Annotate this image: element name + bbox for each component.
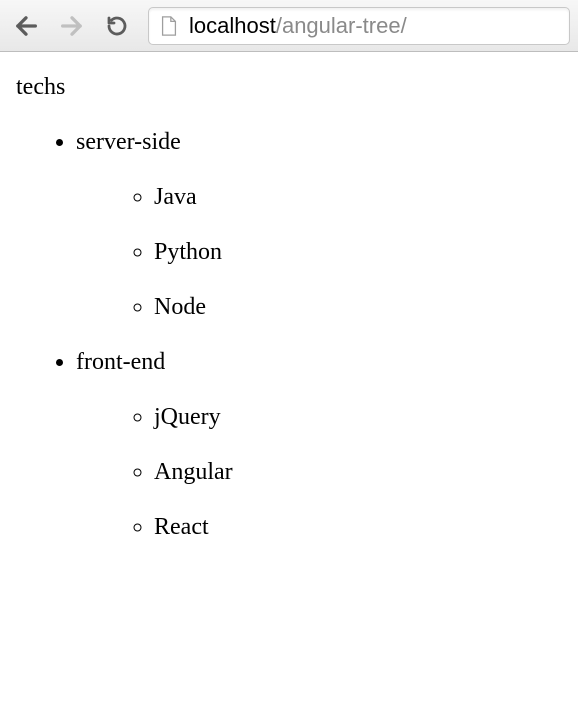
tree-leaf: Java [154, 184, 562, 211]
address-bar[interactable]: localhost/angular-tree/ [148, 7, 570, 45]
address-text: localhost/angular-tree/ [189, 13, 407, 39]
tree-leaf: Angular [154, 459, 562, 486]
page-content: techs server-side Java Python Node front… [0, 52, 578, 591]
url-path: /angular-tree/ [276, 13, 407, 38]
tree-leaf: React [154, 514, 562, 541]
tree-leaf: Python [154, 239, 562, 266]
url-host: localhost [189, 13, 276, 38]
arrow-left-icon [12, 12, 40, 40]
page-icon [159, 15, 179, 37]
reload-icon [105, 14, 129, 38]
tree-leaf-label: jQuery [154, 404, 221, 430]
back-button[interactable] [4, 4, 48, 48]
arrow-right-icon [58, 12, 86, 40]
tree-node: front-end jQuery Angular React [76, 349, 562, 541]
tree-root-label: techs [16, 74, 562, 101]
forward-button[interactable] [50, 4, 94, 48]
browser-toolbar: localhost/angular-tree/ [0, 0, 578, 52]
tree-leaf-label: Node [154, 294, 206, 320]
tree-leaf-label: Java [154, 184, 197, 210]
tree-leaf-label: React [154, 514, 209, 540]
reload-button[interactable] [96, 4, 138, 48]
tree-node-label: front-end [76, 349, 165, 376]
tree-leaf: jQuery [154, 404, 562, 431]
tree-leaf: Node [154, 294, 562, 321]
tree-leaf-label: Angular [154, 459, 233, 485]
tree-node-label: server-side [76, 129, 181, 156]
tree-node: server-side Java Python Node [76, 129, 562, 321]
tree-level-2: jQuery Angular React [76, 404, 562, 541]
tree-level-2: Java Python Node [76, 184, 562, 321]
tree-leaf-label: Python [154, 239, 222, 265]
tree-level-1: server-side Java Python Node front-end j… [16, 129, 562, 541]
